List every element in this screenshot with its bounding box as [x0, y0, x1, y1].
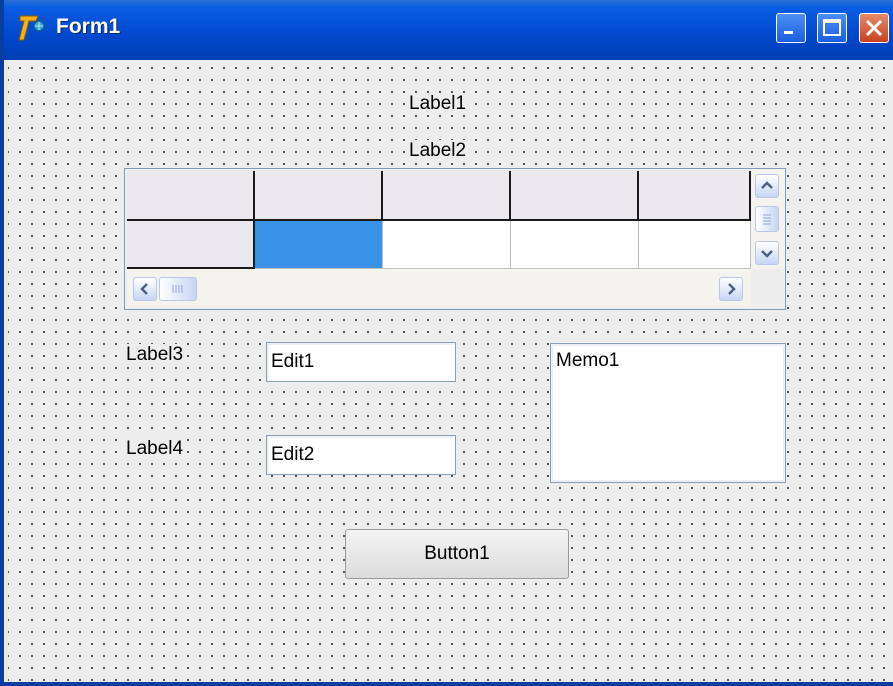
grid-horizontal-scrollbar[interactable] — [127, 269, 751, 307]
grid-data-cell[interactable] — [639, 221, 751, 269]
grid-header-cell[interactable] — [639, 171, 751, 221]
grid-vertical-scrollbar[interactable] — [751, 169, 785, 269]
label2: Label2 — [408, 140, 468, 162]
grid-data-cell[interactable] — [511, 221, 639, 269]
edit2-input[interactable] — [267, 436, 455, 474]
edit1-field[interactable] — [266, 342, 456, 382]
scroll-down-button[interactable] — [755, 241, 779, 265]
label3: Label3 — [125, 344, 185, 366]
scroll-right-button[interactable] — [719, 277, 743, 301]
scroll-up-button[interactable] — [755, 174, 779, 198]
close-icon — [865, 19, 883, 37]
label4: Label4 — [125, 438, 185, 460]
window-title: Form1 — [56, 15, 121, 38]
grid-row-header-cell[interactable] — [127, 221, 255, 269]
label1: Label1 — [408, 93, 468, 115]
grid-data-cell[interactable] — [383, 221, 511, 269]
minimize-button[interactable] — [776, 13, 806, 43]
scroll-up-icon — [761, 181, 773, 189]
horizontal-scroll-thumb[interactable] — [159, 277, 197, 301]
memo1-field[interactable]: Memo1 — [550, 343, 786, 483]
string-grid[interactable] — [124, 168, 786, 310]
maximize-button[interactable] — [817, 13, 847, 43]
minimize-icon — [784, 31, 793, 34]
title-bar[interactable]: Form1 — [4, 0, 893, 60]
form-window: Form1 Label1 Label2 Label3 Edit1 Label4 … — [0, 0, 893, 686]
close-button[interactable] — [859, 13, 889, 43]
edit2-field[interactable] — [266, 435, 456, 475]
memo1-textarea[interactable]: Memo1 — [551, 344, 785, 482]
grid-selected-cell[interactable] — [255, 221, 383, 269]
scroll-right-icon — [728, 283, 736, 295]
maximize-icon — [823, 19, 841, 36]
vertical-scroll-thumb[interactable] — [755, 206, 779, 232]
grid-header-cell[interactable] — [255, 171, 383, 221]
button1[interactable]: Button1 — [345, 529, 569, 579]
delphi-7-icon — [18, 15, 45, 41]
scroll-thumb-grip-icon — [763, 214, 771, 225]
scroll-left-icon — [140, 283, 148, 295]
edit1-input[interactable] — [267, 343, 455, 381]
scroll-left-button[interactable] — [133, 277, 157, 301]
grid-header-cell[interactable] — [383, 171, 511, 221]
grid-header-cell[interactable] — [511, 171, 639, 221]
scroll-thumb-grip-icon — [172, 285, 183, 293]
scroll-down-icon — [761, 250, 773, 258]
grid-fixed-cell — [127, 171, 255, 221]
